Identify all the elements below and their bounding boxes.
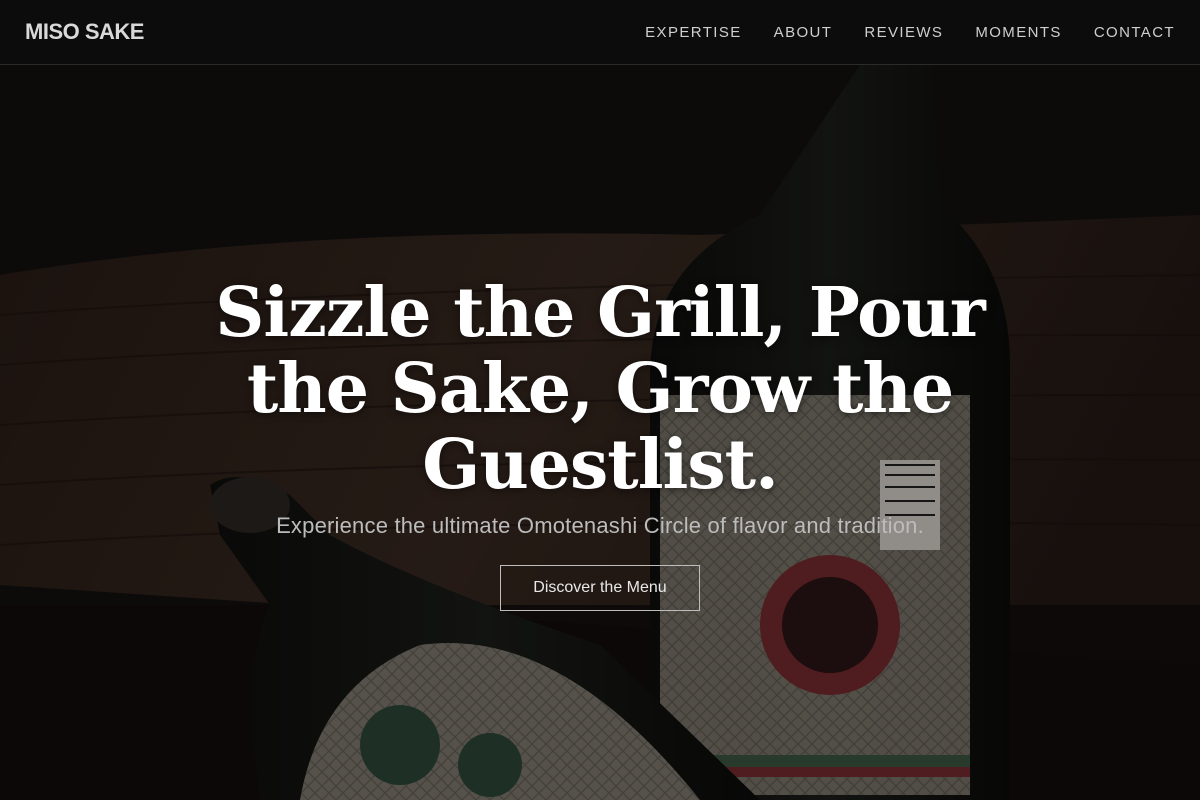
nav-expertise[interactable]: EXPERTISE xyxy=(645,24,742,41)
hero-content: Sizzle the Grill, Pour the Sake, Grow th… xyxy=(0,275,1200,611)
main-nav: EXPERTISE ABOUT REVIEWS MOMENTS CONTACT xyxy=(645,24,1175,41)
site-logo[interactable]: MISO SAKE xyxy=(25,19,144,45)
site-header: MISO SAKE EXPERTISE ABOUT REVIEWS MOMENT… xyxy=(0,0,1200,65)
hero-section: Sizzle the Grill, Pour the Sake, Grow th… xyxy=(0,65,1200,800)
discover-menu-button[interactable]: Discover the Menu xyxy=(500,565,700,611)
hero-headline: Sizzle the Grill, Pour the Sake, Grow th… xyxy=(215,273,985,505)
nav-moments[interactable]: MOMENTS xyxy=(975,24,1061,41)
nav-about[interactable]: ABOUT xyxy=(774,24,833,41)
nav-contact[interactable]: CONTACT xyxy=(1094,24,1175,41)
hero-subtitle: Experience the ultimate Omotenashi Circl… xyxy=(276,513,924,538)
nav-reviews[interactable]: REVIEWS xyxy=(864,24,943,41)
